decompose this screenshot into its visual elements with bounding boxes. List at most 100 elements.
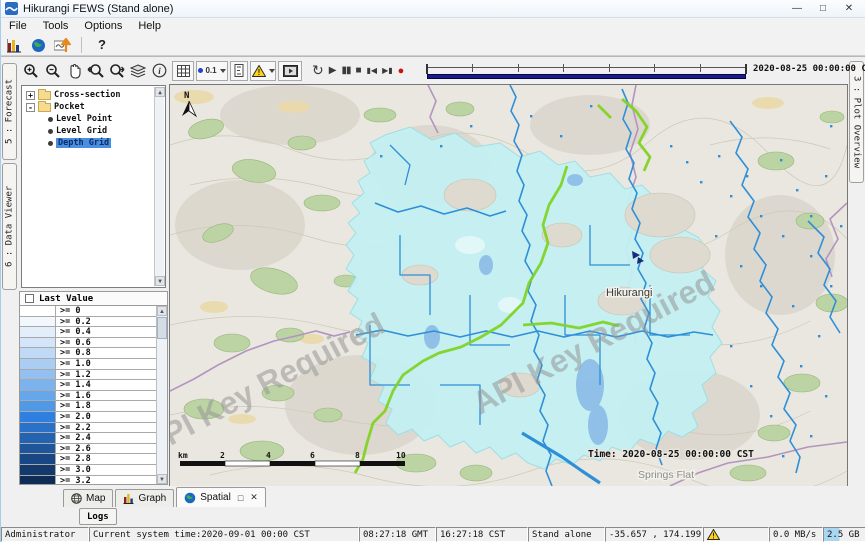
record-button[interactable]: ● xyxy=(398,61,405,81)
menu-tools[interactable]: Tools xyxy=(35,20,77,32)
maximize-button[interactable]: □ xyxy=(810,3,836,14)
map-display-toolbar: 0.1 ! ↻ ▶ ▮▮ ■ ▮◀ ▶▮ ● xyxy=(169,57,848,84)
tree-node-level-grid[interactable]: Level Grid xyxy=(22,125,165,137)
tab-spatial-active[interactable]: Spatial □ ✕ xyxy=(176,487,266,507)
north-label: N xyxy=(184,91,189,101)
minimize-button[interactable]: — xyxy=(784,3,810,14)
color-swatch xyxy=(20,423,56,433)
skip-to-end-button[interactable]: ▶▮ xyxy=(382,61,393,81)
database-chart-icon[interactable] xyxy=(5,37,23,53)
grid-classbreaks-icon[interactable] xyxy=(172,61,194,81)
color-swatch xyxy=(20,348,56,358)
sidebar-tab-plot-overview[interactable]: 3 : Plot Overview xyxy=(849,61,864,183)
help-button[interactable]: ? xyxy=(92,37,112,52)
time-slider[interactable] xyxy=(426,61,747,80)
zoom-previous-icon[interactable] xyxy=(86,61,104,80)
scale-unit-label: km xyxy=(178,451,188,460)
color-swatch xyxy=(20,454,56,464)
data-viewer-panel: i + Cross-section - Pocket Level Point L… xyxy=(18,57,169,487)
tree-node-cross-section[interactable]: + Cross-section xyxy=(22,89,165,101)
color-swatch xyxy=(20,306,56,316)
movie-export-icon[interactable] xyxy=(278,61,302,81)
animation-loop-icon[interactable]: ↻ xyxy=(312,61,324,81)
zoom-out-icon[interactable] xyxy=(43,61,61,80)
menu-help[interactable]: Help xyxy=(130,20,169,32)
skip-to-start-button[interactable]: ▮◀ xyxy=(367,61,378,81)
info-icon[interactable]: i xyxy=(151,61,169,80)
color-swatch xyxy=(20,327,56,337)
tree-node-level-point[interactable]: Level Point xyxy=(22,113,165,125)
color-swatch xyxy=(20,380,56,390)
legend-row: >= 3.2 xyxy=(20,476,167,486)
legend-label: >= 0.6 xyxy=(56,338,167,348)
scroll-down-icon[interactable]: ▼ xyxy=(157,474,167,484)
menu-options[interactable]: Options xyxy=(76,20,130,32)
pan-hand-icon[interactable] xyxy=(65,61,83,80)
menu-bar: File Tools Options Help xyxy=(1,18,865,34)
zoom-in-icon[interactable] xyxy=(22,61,40,80)
wire-globe-icon xyxy=(71,493,82,504)
legend-row: >= 1.8 xyxy=(20,401,167,412)
map-time-stamp: Time: 2020-08-25 00:00:00 CST xyxy=(588,449,754,460)
tree-node-label[interactable]: Cross-section xyxy=(54,90,121,100)
tree-node-label[interactable]: Pocket xyxy=(54,102,85,112)
color-swatch xyxy=(20,465,56,475)
main-toolbar: ? xyxy=(1,34,865,56)
scroll-down-icon[interactable]: ▼ xyxy=(155,276,165,286)
legend-label: >= 1.4 xyxy=(56,380,167,390)
svg-text:10: 10 xyxy=(396,451,406,460)
longitudinal-profile-icon[interactable] xyxy=(230,61,248,81)
label-threshold-dropdown[interactable]: 0.1 xyxy=(196,61,228,81)
legend-label: >= 2.8 xyxy=(56,454,167,464)
tree-node-label[interactable]: Level Point xyxy=(56,114,112,124)
legend-label: >= 3.0 xyxy=(56,465,167,475)
tab-graph[interactable]: Graph xyxy=(115,489,174,507)
tab-map[interactable]: Map xyxy=(63,489,113,507)
legend-row: >= 2.2 xyxy=(20,423,167,434)
legend-row: >= 0 xyxy=(20,306,167,317)
tree-node-depth-grid-selected[interactable]: Depth Grid xyxy=(22,137,165,149)
tab-maximize-icon[interactable]: □ xyxy=(238,493,243,503)
pause-button[interactable]: ▮▮ xyxy=(341,61,350,81)
svg-text:8: 8 xyxy=(355,451,360,460)
scrollbar-thumb[interactable] xyxy=(157,317,167,339)
zoom-next-icon[interactable] xyxy=(108,61,126,80)
legend-scrollbar[interactable]: ▲ ▼ xyxy=(156,306,167,484)
status-warning-cell: ! xyxy=(703,527,769,542)
scroll-up-icon[interactable]: ▲ xyxy=(157,306,167,316)
expander-icon[interactable]: + xyxy=(26,91,35,100)
globe-icon[interactable] xyxy=(29,37,47,53)
map-canvas[interactable]: API Key Required API Key Required N Hiku… xyxy=(169,84,848,487)
color-swatch xyxy=(20,444,56,454)
slider-ticks xyxy=(426,64,747,72)
tree-scrollbar[interactable]: ▲ ▼ xyxy=(154,87,164,286)
tree-node-label[interactable]: Depth Grid xyxy=(56,138,111,148)
legend-row: >= 2.8 xyxy=(20,454,167,465)
sidebar-tab-data-viewer[interactable]: 6 : Data Viewer xyxy=(2,163,17,290)
last-value-checkbox[interactable] xyxy=(25,294,34,303)
import-timeseries-icon[interactable] xyxy=(53,37,71,53)
tree-node-pocket[interactable]: - Pocket xyxy=(22,101,165,113)
bar-chart-icon xyxy=(123,493,134,504)
stop-button[interactable]: ■ xyxy=(355,61,361,81)
logs-button[interactable]: Logs xyxy=(79,508,117,525)
label-dot-icon xyxy=(198,68,203,73)
scroll-up-icon[interactable]: ▲ xyxy=(155,87,165,97)
color-swatch xyxy=(20,370,56,380)
tree-node-label[interactable]: Level Grid xyxy=(56,126,107,136)
svg-text:i: i xyxy=(158,66,161,76)
status-user: Administrator xyxy=(1,527,89,542)
layers-icon[interactable] xyxy=(129,61,147,80)
legend-label: >= 1.8 xyxy=(56,401,167,411)
close-button[interactable]: ✕ xyxy=(836,3,862,14)
sidebar-tab-forecast[interactable]: 5 : Forecast xyxy=(2,63,17,160)
collapse-icon[interactable]: - xyxy=(26,103,35,112)
play-button[interactable]: ▶ xyxy=(329,61,337,81)
color-swatch xyxy=(20,476,56,486)
legend-label: >= 3.2 xyxy=(56,476,167,486)
warning-icon[interactable]: ! xyxy=(707,529,720,540)
menu-file[interactable]: File xyxy=(1,20,35,32)
legend-row: >= 1.4 xyxy=(20,380,167,391)
thresholds-warning-dropdown[interactable]: ! xyxy=(250,61,276,81)
tab-close-icon[interactable]: ✕ xyxy=(250,492,258,503)
